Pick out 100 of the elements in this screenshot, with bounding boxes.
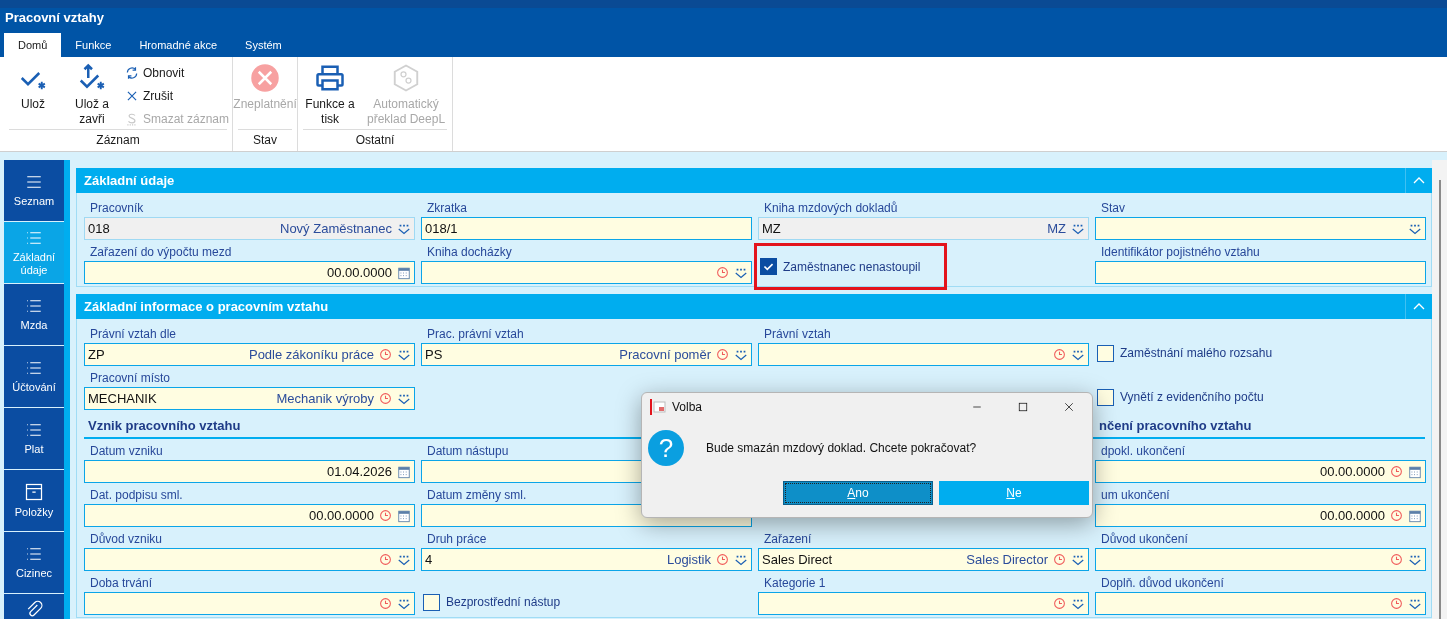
clock-icon[interactable] (1390, 465, 1403, 478)
checkbox-label: Bezprostřední nástup (446, 594, 561, 611)
scrollbar[interactable] (1432, 160, 1447, 619)
date-field[interactable]: 00.00.0000 (84, 504, 415, 527)
clock-icon[interactable] (1053, 348, 1066, 361)
clock-icon[interactable] (716, 266, 729, 279)
sidebar-item[interactable]: Seznam (4, 160, 64, 221)
lookup-field[interactable] (1095, 217, 1426, 240)
s-curve-icon (125, 112, 139, 126)
ribbon-button[interactable]: Ulož a zavři (63, 63, 121, 129)
calendar-icon[interactable] (1408, 464, 1422, 479)
field-label: Doplň. důvod ukončení (1101, 576, 1224, 590)
clock-icon[interactable] (1053, 553, 1066, 566)
sidebar-item[interactable] (4, 594, 64, 619)
checkbox-label: Vynětí z evidenčního počtu (1120, 389, 1264, 406)
field-value: 00.00.0000 (1319, 462, 1385, 481)
ribbon-button[interactable]: Ulož (7, 63, 59, 129)
clock-icon[interactable] (1390, 509, 1403, 522)
clock-icon[interactable] (379, 392, 392, 405)
field-label: Datum vzniku (90, 444, 163, 458)
ribbon-tab[interactable]: Hromadné akce (125, 33, 232, 57)
window-title: Pracovní vztahy (5, 8, 104, 27)
field-value: 00.00.0000 (326, 263, 392, 282)
calendar-icon[interactable] (1408, 508, 1422, 523)
clock-icon[interactable] (716, 348, 729, 361)
lookup-description: MZ (1047, 219, 1066, 238)
clock-icon[interactable] (379, 348, 392, 361)
lookup-field[interactable] (84, 592, 415, 615)
app-logo-icon (650, 399, 666, 415)
ribbon-button[interactable]: Funkce a tisk (301, 63, 360, 129)
sidebar-item[interactable]: Plat (4, 408, 64, 469)
dialog-button[interactable]: Ano (783, 481, 933, 505)
text-field[interactable] (1095, 261, 1426, 284)
lookup-field[interactable] (1095, 592, 1426, 615)
field-label: Datum změny sml. (427, 488, 527, 502)
calendar-icon[interactable] (397, 508, 411, 523)
lookup-field[interactable]: Sales Direct Sales Director (758, 548, 1089, 571)
calendar-icon[interactable] (397, 464, 411, 479)
ribbon-tab[interactable]: Funkce (61, 33, 126, 57)
field-label: um ukončení (1101, 488, 1170, 502)
ribbon-tab[interactable]: Domů (4, 33, 62, 57)
text-field[interactable]: 018/1 (421, 217, 752, 240)
lookup-field[interactable]: PS Pracovní poměr (421, 343, 752, 366)
field-label: Pracovník (90, 201, 144, 215)
lookup-description: Pracovní poměr (619, 345, 711, 364)
lookup-field[interactable]: MZ MZ (758, 217, 1089, 240)
subsection-heading: nčení pracovního vztahu (1099, 416, 1252, 435)
date-field[interactable]: 00.00.0000 (1095, 460, 1426, 483)
sidebar-item[interactable]: Účtování (4, 346, 64, 407)
ribbon-button[interactable]: Zrušit (125, 86, 230, 106)
clock-icon[interactable] (716, 553, 729, 566)
lookup-field[interactable]: MECHANIK Mechanik výroby (84, 387, 415, 410)
printer-icon (315, 63, 346, 93)
field-label: Kniha mzdových dokladů (764, 201, 898, 215)
checkbox[interactable] (423, 593, 440, 611)
checkbox[interactable] (1097, 388, 1114, 406)
checkbox-label: Zaměstnanec nenastoupil (783, 258, 921, 276)
cross-circle-icon (250, 63, 281, 93)
checkbox[interactable] (1097, 344, 1114, 362)
date-field[interactable]: 00.00.0000 (84, 261, 415, 284)
ribbon-tab[interactable]: Systém (231, 33, 296, 57)
date-field[interactable]: 01.04.2026 (84, 460, 415, 483)
calendar-icon[interactable] (397, 265, 411, 280)
group-label: Ostatní (303, 129, 448, 151)
lookup-description: Nový Zaměstnanec (280, 219, 392, 238)
sidebar-item[interactable]: Mzda (4, 284, 64, 345)
date-field[interactable]: 00.00.0000 (1095, 504, 1426, 527)
field-value: ZP (88, 345, 106, 364)
clock-icon[interactable] (379, 553, 392, 566)
lookup-field[interactable] (421, 261, 752, 284)
sidebar-item[interactable]: Cizinec (4, 532, 64, 593)
clock-icon[interactable] (1390, 597, 1403, 610)
dialog-message: Bude smazán mzdový doklad. Chcete pokračovat? (706, 440, 977, 457)
field-label: Stav (1101, 201, 1125, 215)
lookup-field[interactable] (1095, 548, 1426, 571)
field-label: Druh práce (427, 532, 487, 546)
clock-icon[interactable] (379, 597, 392, 610)
lookup-description: Logistik (666, 550, 711, 569)
clock-icon[interactable] (1053, 597, 1066, 610)
lookup-description: Sales Director (966, 550, 1048, 569)
clock-icon[interactable] (1390, 553, 1403, 566)
field-value: Sales Direct (762, 550, 834, 569)
lookup-field[interactable]: 018 Nový Zaměstnanec (84, 217, 415, 240)
box-icon (24, 482, 44, 502)
sidebar-item[interactable]: Položky (4, 470, 64, 531)
field-label: Důvod ukončení (1101, 532, 1188, 546)
lookup-field[interactable]: ZP Podle zákoníku práce (84, 343, 415, 366)
field-value: 018 (88, 219, 111, 238)
clock-icon[interactable] (379, 509, 392, 522)
lookup-field[interactable] (84, 548, 415, 571)
lookup-field[interactable] (758, 343, 1089, 366)
lookup-description: Mechanik výroby (276, 389, 374, 408)
maximize-icon (1017, 401, 1029, 413)
ribbon-button[interactable]: Obnovit (125, 63, 230, 83)
field-label: Identifikátor pojistného vztahu (1101, 245, 1260, 259)
lookup-field[interactable]: 4 Logistik (421, 548, 752, 571)
field-label: Kniha docházky (427, 245, 512, 259)
checkbox[interactable] (760, 258, 777, 275)
dialog-title: Volba (672, 399, 704, 416)
lookup-field[interactable] (758, 592, 1089, 615)
